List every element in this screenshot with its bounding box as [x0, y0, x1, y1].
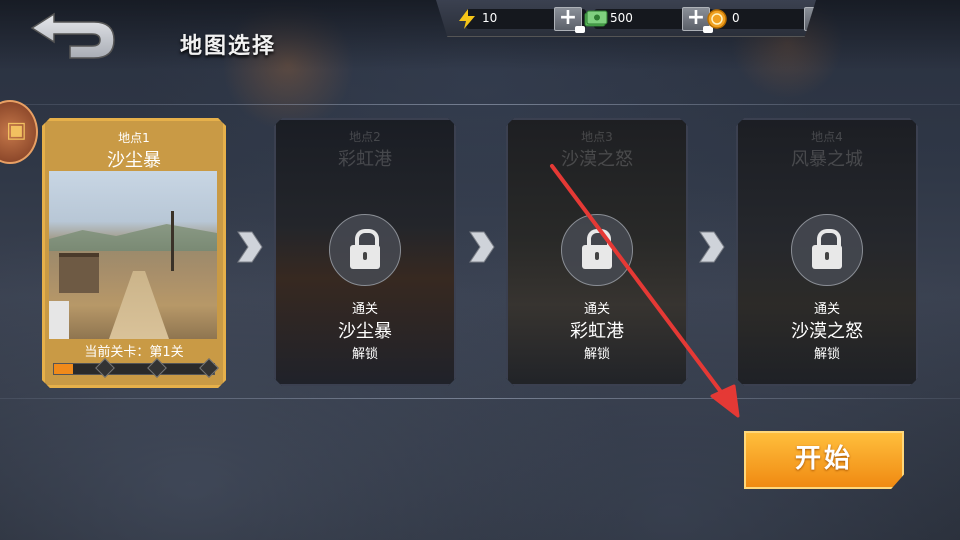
- lightning-icon: [456, 8, 482, 30]
- unlock-suffix: 解锁: [813, 347, 840, 362]
- current-level-text: 当前关卡：第1关: [84, 345, 184, 360]
- divider-bottom: [0, 398, 960, 399]
- map-number: 地点4: [811, 130, 843, 144]
- unlock-prefix: 通关: [813, 302, 840, 317]
- chevron-right-icon: [234, 230, 264, 264]
- map-card-4[interactable]: 地点4 风暴之城 通关 沙漠之怒 解锁: [736, 118, 918, 386]
- chevron-right-icon: [466, 230, 496, 264]
- map-card-1[interactable]: 地点1 沙尘暴 当前关卡：第1关: [42, 118, 226, 388]
- start-button[interactable]: 开始: [744, 431, 904, 489]
- map-name: 沙漠之怒: [561, 149, 633, 170]
- unlock-requirement: 沙漠之怒: [791, 321, 863, 342]
- map-card-3[interactable]: 地点3 沙漠之怒 通关 彩虹港 解锁: [506, 118, 688, 386]
- progress-node: [147, 358, 167, 378]
- coin-value: 0: [732, 11, 740, 25]
- unlock-suffix: 解锁: [583, 347, 610, 362]
- map-name: 沙尘暴: [107, 150, 161, 171]
- unlock-requirement: 彩虹港: [570, 321, 624, 342]
- unlock-prefix: 通关: [583, 302, 610, 317]
- chest-icon: ▣: [6, 118, 27, 143]
- lock-icon: [561, 214, 633, 286]
- level-progress-bar: [53, 363, 215, 375]
- page-title: 地图选择: [180, 34, 277, 59]
- divider-top: [0, 104, 960, 105]
- map-card-2[interactable]: 地点2 彩虹港 通关 沙尘暴 解锁: [274, 118, 456, 386]
- map-preview-image: [49, 171, 217, 339]
- lock-icon: [791, 214, 863, 286]
- map-name: 彩虹港: [338, 149, 392, 170]
- map-number: 地点3: [581, 130, 613, 144]
- energy-value: 10: [482, 11, 498, 25]
- coin-icon: [706, 8, 732, 30]
- unlock-suffix: 解锁: [351, 347, 378, 362]
- map-number: 地点2: [349, 130, 381, 144]
- chevron-right-icon: [696, 230, 726, 264]
- cash-icon: [584, 8, 610, 30]
- lock-icon: [329, 214, 401, 286]
- unlock-requirement: 沙尘暴: [338, 321, 392, 342]
- map-number: 地点1: [118, 131, 150, 145]
- back-button[interactable]: [30, 12, 116, 60]
- unlock-prefix: 通关: [351, 302, 378, 317]
- progress-fill: [54, 364, 73, 374]
- back-arrow-icon: [30, 12, 115, 59]
- cash-value: 500: [610, 11, 633, 25]
- resource-panel: 10 + 500 + 0 +: [436, 0, 816, 37]
- progress-node: [199, 358, 219, 378]
- map-name: 风暴之城: [791, 149, 863, 170]
- add-energy-button[interactable]: +: [554, 7, 585, 33]
- progress-node: [95, 358, 115, 378]
